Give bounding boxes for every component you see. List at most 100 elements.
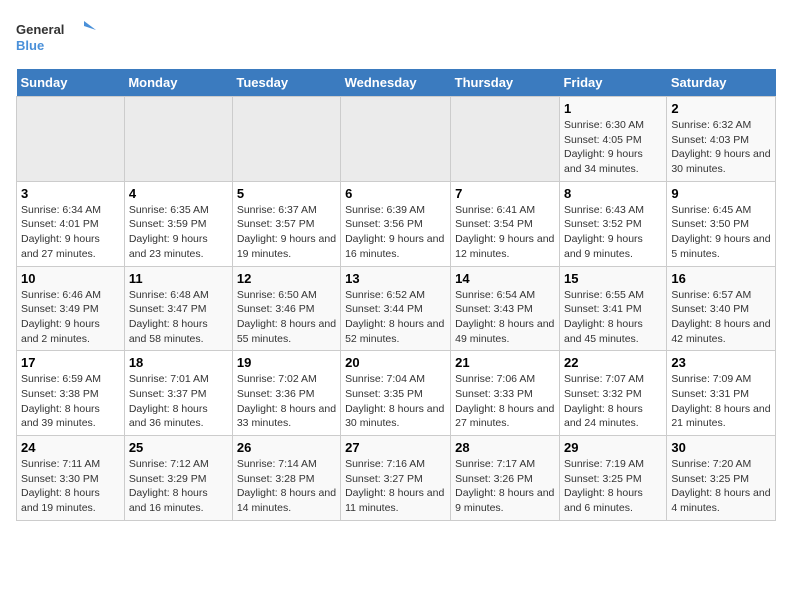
- header-sunday: Sunday: [17, 69, 125, 97]
- day-info: Sunrise: 7:06 AM Sunset: 3:33 PM Dayligh…: [455, 372, 555, 431]
- day-info: Sunrise: 6:41 AM Sunset: 3:54 PM Dayligh…: [455, 203, 555, 262]
- day-info: Sunrise: 6:45 AM Sunset: 3:50 PM Dayligh…: [671, 203, 771, 262]
- calendar-cell: 22 Sunrise: 7:07 AM Sunset: 3:32 PM Dayli…: [559, 351, 666, 436]
- calendar-cell: 20 Sunrise: 7:04 AM Sunset: 3:35 PM Dayli…: [341, 351, 451, 436]
- calendar-cell: 15Sunrise: 6:55 AM Sunset: 3:41 PM Dayli…: [559, 266, 666, 351]
- calendar-week-row: 24 Sunrise: 7:11 AM Sunset: 3:30 PM Dayli…: [17, 436, 776, 521]
- header-friday: Friday: [559, 69, 666, 97]
- day-info: Sunrise: 7:14 AM Sunset: 3:28 PM Dayligh…: [237, 457, 336, 516]
- header-thursday: Thursday: [451, 69, 560, 97]
- day-info: Sunrise: 7:12 AM Sunset: 3:29 PM Dayligh…: [129, 457, 228, 516]
- calendar-cell: 8 Sunrise: 6:43 AM Sunset: 3:52 PM Daylig…: [559, 181, 666, 266]
- day-number: 4: [129, 186, 228, 201]
- day-info: Sunrise: 7:04 AM Sunset: 3:35 PM Dayligh…: [345, 372, 446, 431]
- day-info: Sunrise: 7:02 AM Sunset: 3:36 PM Dayligh…: [237, 372, 336, 431]
- header-wednesday: Wednesday: [341, 69, 451, 97]
- header-saturday: Saturday: [667, 69, 776, 97]
- day-number: 24: [21, 440, 120, 455]
- calendar-cell: 25 Sunrise: 7:12 AM Sunset: 3:29 PM Dayli…: [124, 436, 232, 521]
- calendar-cell: 29 Sunrise: 7:19 AM Sunset: 3:25 PM Dayli…: [559, 436, 666, 521]
- day-info: Sunrise: 6:32 AM Sunset: 4:03 PM Dayligh…: [671, 118, 771, 177]
- day-number: 13: [345, 271, 446, 286]
- day-info: Sunrise: 6:48 AM Sunset: 3:47 PM Dayligh…: [129, 288, 228, 347]
- day-number: 26: [237, 440, 336, 455]
- day-number: 1: [564, 101, 662, 116]
- day-info: Sunrise: 6:43 AM Sunset: 3:52 PM Dayligh…: [564, 203, 662, 262]
- calendar-week-row: 3Sunrise: 6:34 AM Sunset: 4:01 PM Daylig…: [17, 181, 776, 266]
- svg-text:General: General: [16, 22, 64, 37]
- calendar-cell: 24 Sunrise: 7:11 AM Sunset: 3:30 PM Dayli…: [17, 436, 125, 521]
- logo-svg: General Blue: [16, 16, 96, 61]
- day-number: 20: [345, 355, 446, 370]
- calendar-cell: [232, 97, 340, 182]
- calendar-cell: 17Sunrise: 6:59 AM Sunset: 3:38 PM Dayli…: [17, 351, 125, 436]
- calendar-cell: 9 Sunrise: 6:45 AM Sunset: 3:50 PM Daylig…: [667, 181, 776, 266]
- header-monday: Monday: [124, 69, 232, 97]
- day-info: Sunrise: 6:35 AM Sunset: 3:59 PM Dayligh…: [129, 203, 228, 262]
- day-number: 9: [671, 186, 771, 201]
- day-number: 19: [237, 355, 336, 370]
- calendar-week-row: 10Sunrise: 6:46 AM Sunset: 3:49 PM Dayli…: [17, 266, 776, 351]
- day-number: 17: [21, 355, 120, 370]
- day-number: 15: [564, 271, 662, 286]
- logo: General Blue: [16, 16, 96, 61]
- day-number: 2: [671, 101, 771, 116]
- day-number: 28: [455, 440, 555, 455]
- calendar-cell: 18 Sunrise: 7:01 AM Sunset: 3:37 PM Dayli…: [124, 351, 232, 436]
- day-info: Sunrise: 6:46 AM Sunset: 3:49 PM Dayligh…: [21, 288, 120, 347]
- calendar-cell: 5Sunrise: 6:37 AM Sunset: 3:57 PM Daylig…: [232, 181, 340, 266]
- day-info: Sunrise: 6:52 AM Sunset: 3:44 PM Dayligh…: [345, 288, 446, 347]
- day-number: 23: [671, 355, 771, 370]
- day-number: 6: [345, 186, 446, 201]
- header-tuesday: Tuesday: [232, 69, 340, 97]
- calendar-cell: 4 Sunrise: 6:35 AM Sunset: 3:59 PM Daylig…: [124, 181, 232, 266]
- day-info: Sunrise: 7:09 AM Sunset: 3:31 PM Dayligh…: [671, 372, 771, 431]
- day-number: 18: [129, 355, 228, 370]
- calendar-cell: 12 Sunrise: 6:50 AM Sunset: 3:46 PM Dayli…: [232, 266, 340, 351]
- calendar-cell: 27 Sunrise: 7:16 AM Sunset: 3:27 PM Dayli…: [341, 436, 451, 521]
- calendar-cell: [451, 97, 560, 182]
- day-info: Sunrise: 7:19 AM Sunset: 3:25 PM Dayligh…: [564, 457, 662, 516]
- calendar-week-row: 1 Sunrise: 6:30 AM Sunset: 4:05 PM Daylig…: [17, 97, 776, 182]
- day-number: 22: [564, 355, 662, 370]
- header: General Blue: [16, 16, 776, 61]
- day-number: 14: [455, 271, 555, 286]
- day-info: Sunrise: 6:50 AM Sunset: 3:46 PM Dayligh…: [237, 288, 336, 347]
- day-number: 16: [671, 271, 771, 286]
- calendar-cell: 10Sunrise: 6:46 AM Sunset: 3:49 PM Dayli…: [17, 266, 125, 351]
- day-number: 8: [564, 186, 662, 201]
- calendar-cell: 30 Sunrise: 7:20 AM Sunset: 3:25 PM Dayli…: [667, 436, 776, 521]
- day-info: Sunrise: 6:57 AM Sunset: 3:40 PM Dayligh…: [671, 288, 771, 347]
- day-info: Sunrise: 6:34 AM Sunset: 4:01 PM Dayligh…: [21, 203, 120, 262]
- calendar-cell: 11 Sunrise: 6:48 AM Sunset: 3:47 PM Dayli…: [124, 266, 232, 351]
- calendar-week-row: 17Sunrise: 6:59 AM Sunset: 3:38 PM Dayli…: [17, 351, 776, 436]
- calendar-cell: 16 Sunrise: 6:57 AM Sunset: 3:40 PM Dayli…: [667, 266, 776, 351]
- svg-text:Blue: Blue: [16, 38, 44, 53]
- calendar-cell: 13 Sunrise: 6:52 AM Sunset: 3:44 PM Dayli…: [341, 266, 451, 351]
- day-number: 12: [237, 271, 336, 286]
- calendar-cell: 19 Sunrise: 7:02 AM Sunset: 3:36 PM Dayli…: [232, 351, 340, 436]
- calendar-cell: 2 Sunrise: 6:32 AM Sunset: 4:03 PM Daylig…: [667, 97, 776, 182]
- day-info: Sunrise: 7:11 AM Sunset: 3:30 PM Dayligh…: [21, 457, 120, 516]
- day-number: 30: [671, 440, 771, 455]
- day-number: 27: [345, 440, 446, 455]
- day-info: Sunrise: 7:20 AM Sunset: 3:25 PM Dayligh…: [671, 457, 771, 516]
- calendar-cell: 6Sunrise: 6:39 AM Sunset: 3:56 PM Daylig…: [341, 181, 451, 266]
- day-info: Sunrise: 7:17 AM Sunset: 3:26 PM Dayligh…: [455, 457, 555, 516]
- calendar-cell: 21Sunrise: 7:06 AM Sunset: 3:33 PM Dayli…: [451, 351, 560, 436]
- calendar-header-row: SundayMondayTuesdayWednesdayThursdayFrid…: [17, 69, 776, 97]
- calendar-cell: 23 Sunrise: 7:09 AM Sunset: 3:31 PM Dayli…: [667, 351, 776, 436]
- day-info: Sunrise: 7:01 AM Sunset: 3:37 PM Dayligh…: [129, 372, 228, 431]
- day-number: 25: [129, 440, 228, 455]
- calendar-cell: [17, 97, 125, 182]
- day-info: Sunrise: 7:16 AM Sunset: 3:27 PM Dayligh…: [345, 457, 446, 516]
- calendar-cell: 7Sunrise: 6:41 AM Sunset: 3:54 PM Daylig…: [451, 181, 560, 266]
- day-number: 11: [129, 271, 228, 286]
- day-number: 5: [237, 186, 336, 201]
- day-info: Sunrise: 6:54 AM Sunset: 3:43 PM Dayligh…: [455, 288, 555, 347]
- day-info: Sunrise: 7:07 AM Sunset: 3:32 PM Dayligh…: [564, 372, 662, 431]
- day-number: 29: [564, 440, 662, 455]
- calendar-cell: 26 Sunrise: 7:14 AM Sunset: 3:28 PM Dayli…: [232, 436, 340, 521]
- day-info: Sunrise: 6:30 AM Sunset: 4:05 PM Dayligh…: [564, 118, 662, 177]
- calendar-table: SundayMondayTuesdayWednesdayThursdayFrid…: [16, 69, 776, 521]
